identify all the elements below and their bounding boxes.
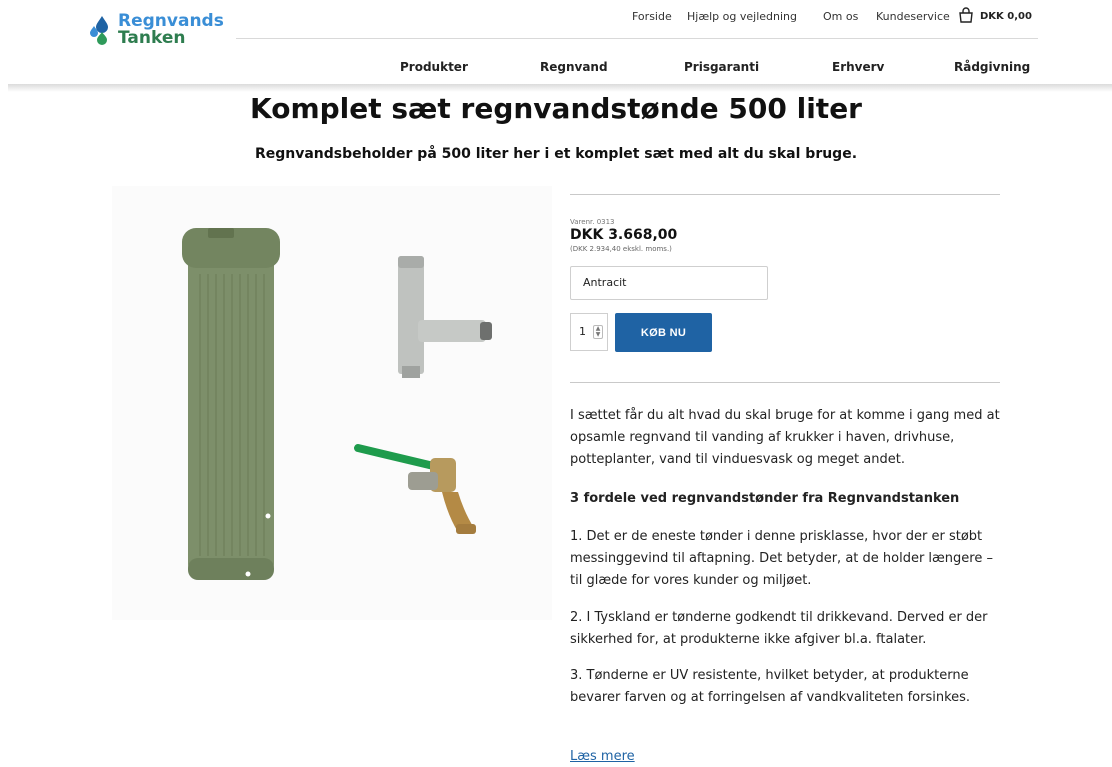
site-logo[interactable]: Regnvands Tanken	[88, 13, 228, 49]
product-set-illustration	[112, 186, 552, 620]
description-point-3-text: 3. Tønderne er UV resistente, hvilket be…	[570, 668, 971, 705]
product-number: Varenr. 0313	[570, 218, 615, 226]
cart-total: DKK 0,00	[980, 11, 1032, 22]
description-heading-block: 3 fordele ved regnvandstønder fra Regnva…	[570, 488, 1000, 510]
divider-bottom	[570, 382, 1000, 383]
buy-now-button[interactable]: KØB NU	[615, 313, 712, 352]
description-point-3: 3. Tønderne er UV resistente, hvilket be…	[570, 665, 1000, 709]
nav-item-raadgivning[interactable]: Rådgivning	[954, 60, 1030, 74]
nav-item-regnvand[interactable]: Regnvand	[540, 60, 608, 74]
top-link-forside[interactable]: Forside	[632, 10, 672, 23]
product-subtitle: Regnvandsbeholder på 500 liter her i et …	[254, 146, 858, 162]
water-drops-icon	[90, 16, 108, 45]
divider-top	[570, 194, 1000, 195]
description-heading: 3 fordele ved regnvandstønder fra Regnva…	[570, 491, 960, 506]
nav-item-prisgaranti[interactable]: Prisgaranti	[684, 60, 759, 74]
nav-item-produkter[interactable]: Produkter	[400, 60, 468, 74]
description-point-1-text: 1. Det er de eneste tønder i denne prisk…	[570, 529, 993, 588]
top-link-hjaelp[interactable]: Hjælp og vejledning	[687, 10, 797, 23]
read-more-link[interactable]: Læs mere	[570, 749, 635, 764]
product-price: DKK 3.668,00	[570, 227, 678, 243]
quantity-spin-icon[interactable]: ▲ ▼	[593, 325, 603, 339]
nav-item-erhverv[interactable]: Erhverv	[832, 60, 884, 74]
quantity-stepper[interactable]: 1 ▲ ▼	[570, 313, 608, 351]
quantity-value: 1	[579, 325, 586, 338]
product-image[interactable]	[112, 186, 552, 620]
header-divider	[236, 38, 1038, 39]
product-title: Komplet sæt regnvandstønde 500 liter	[250, 92, 862, 125]
description-point-2-text: 2. I Tyskland er tønderne godkendt til d…	[570, 610, 988, 647]
rain-tank-icon	[182, 228, 280, 580]
description-point-1: 1. Det er de eneste tønder i denne prisk…	[570, 526, 1000, 592]
description-point-2: 2. I Tyskland er tønderne godkendt til d…	[570, 607, 1000, 651]
top-link-om-os[interactable]: Om os	[823, 10, 858, 23]
shopping-bag-icon	[959, 7, 973, 23]
variant-select[interactable]: Antracit	[570, 266, 768, 300]
variant-select-value: Antracit	[583, 276, 627, 289]
header-shadow	[8, 84, 1112, 92]
top-link-kundeservice[interactable]: Kundeservice	[876, 10, 950, 23]
price-ex-vat: (DKK 2.934,40 ekskl. moms.)	[570, 245, 672, 253]
site-header: Regnvands Tanken Forside Hjælp og vejled…	[0, 0, 1112, 86]
logo-text-line2: Tanken	[118, 28, 186, 48]
description-intro: I sættet får du alt hvad du skal bruge f…	[570, 405, 1000, 471]
description-intro-text: I sættet får du alt hvad du skal bruge f…	[570, 408, 1000, 467]
